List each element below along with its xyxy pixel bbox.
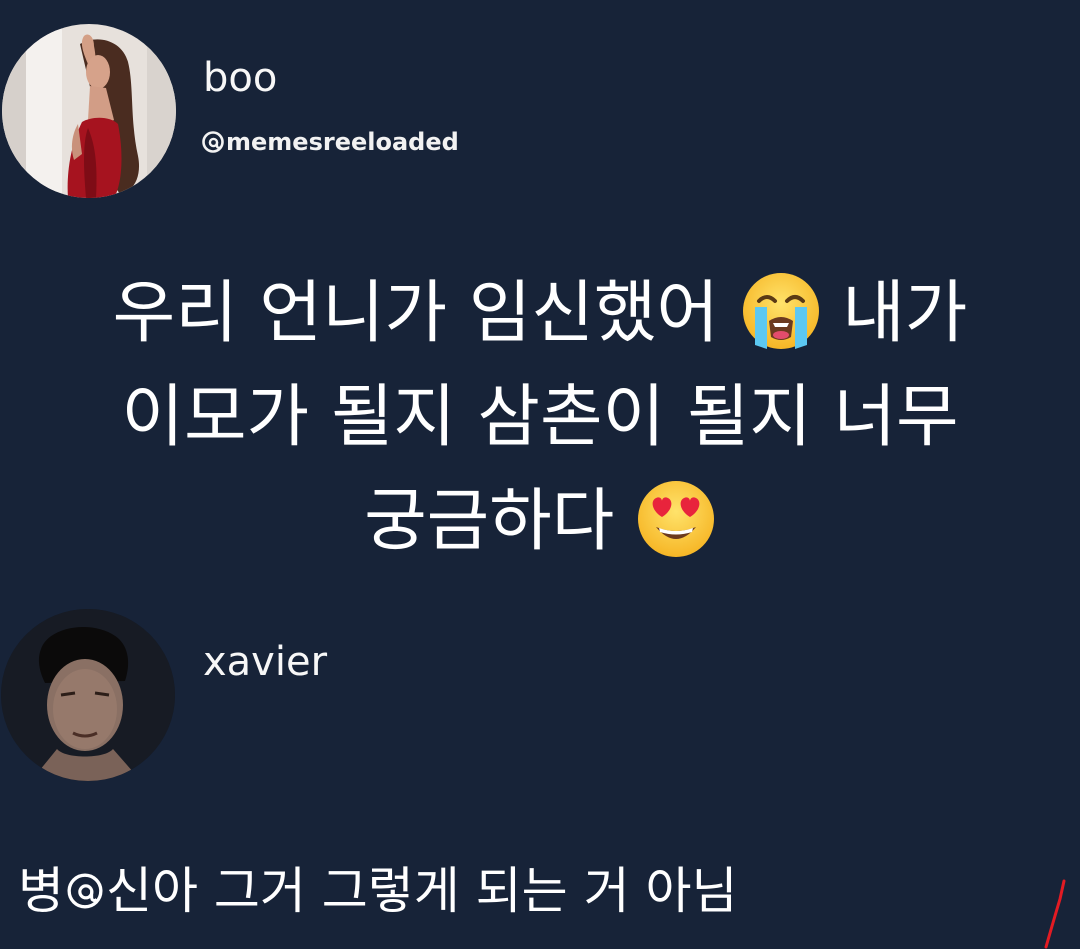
threads-post-screenshot: boo memesreeloaded 우리 언니가 임신했어 내가 이모가 될지… [0,0,1080,949]
reply-text-segment: 병 [18,862,64,920]
post-author-handle[interactable]: memesreeloaded [201,130,459,154]
threads-logo-icon [202,131,224,153]
handle-text: memesreeloaded [226,128,459,156]
reply-author-name[interactable]: xavier [203,642,327,682]
post-line-1: 우리 언니가 임신했어 내가 [0,262,1080,366]
loudly-crying-face-emoji [742,273,819,350]
xavier-avatar[interactable] [1,609,175,781]
reply-body: 병 신아 그거 그렇게 되는 거 아님 [18,866,737,916]
threads-logo-icon [67,873,103,909]
post-author-name[interactable]: boo [203,58,277,98]
post-text-segment: 내가 [842,274,968,353]
red-pen-stroke-icon [1044,879,1066,949]
smiling-face-with-heart-eyes-emoji [637,481,714,558]
reply-text-segment: 신아 그거 그렇게 되는 거 아님 [106,862,738,920]
post-body: 우리 언니가 임신했어 내가 이모가 될지 삼촌이 될지 너무 궁금하다 [0,262,1080,574]
boo-avatar[interactable] [2,24,176,198]
post-line-3: 궁금하다 [0,470,1080,574]
post-text-segment: 궁금하다 [364,482,615,561]
post-line-2: 이모가 될지 삼촌이 될지 너무 [121,378,959,457]
post-text-segment: 우리 언니가 임신했어 [112,274,719,353]
